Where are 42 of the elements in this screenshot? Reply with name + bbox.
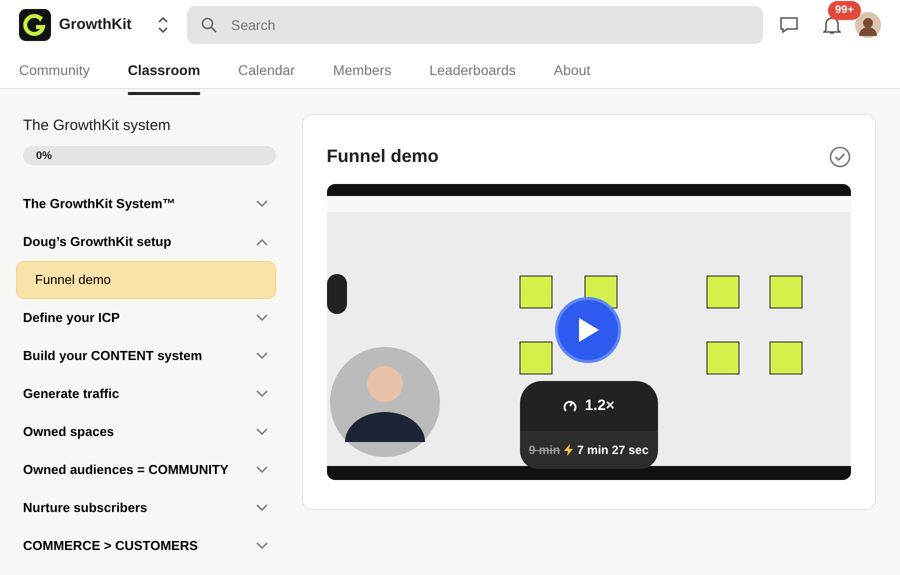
module-header[interactable]: Owned audiences = COMMUNITY: [16, 450, 276, 488]
module-header[interactable]: Define your ICP: [16, 298, 276, 336]
module-header[interactable]: Generate traffic: [16, 374, 276, 412]
module-header[interactable]: Doug’s GrowthKit setup: [16, 222, 276, 260]
switch-icon[interactable]: [157, 16, 169, 34]
lesson-title: Funnel demo: [326, 145, 439, 168]
module-header[interactable]: The GrowthKit System™: [16, 184, 276, 222]
new-duration: 7 min 27 sec: [577, 442, 649, 459]
course-title: The GrowthKit system: [22, 116, 172, 136]
module-header[interactable]: Owned spaces: [16, 412, 276, 450]
nav-tab[interactable]: Members: [332, 52, 392, 95]
module-header[interactable]: Build your CONTENT system: [16, 336, 276, 374]
bell-icon[interactable]: [823, 14, 841, 35]
lesson-item[interactable]: Funnel demo: [16, 260, 276, 298]
avatar[interactable]: [855, 12, 881, 38]
logo-icon: [19, 9, 51, 41]
lightning-icon: [564, 444, 574, 456]
nav-tab[interactable]: Classroom: [128, 52, 200, 95]
chat-icon[interactable]: [779, 16, 799, 34]
chevron-down-icon: [256, 466, 268, 474]
playback-speed: 1.2×: [584, 396, 614, 416]
chevron-up-icon: [256, 238, 268, 246]
chevron-down-icon: [256, 200, 268, 208]
chevron-down-icon: [256, 504, 268, 512]
module-header[interactable]: COMMERCE > CUSTOMERS: [16, 526, 276, 564]
chevron-down-icon: [256, 314, 268, 322]
community-name[interactable]: GrowthKit: [59, 14, 132, 36]
search-field[interactable]: Search: [187, 6, 763, 44]
nav-tab[interactable]: Leaderboards: [429, 52, 516, 95]
progress-percent: 0%: [36, 148, 52, 164]
gauge-icon: [562, 399, 577, 413]
chevron-down-icon: [256, 542, 268, 550]
original-duration: 9 min: [528, 442, 560, 459]
nav-tab[interactable]: Calendar: [238, 52, 295, 95]
complete-check-icon[interactable]: [829, 146, 851, 168]
module-header[interactable]: Nurture subscribers: [16, 488, 276, 526]
chevron-down-icon: [256, 352, 268, 360]
notification-count: 99+: [828, 1, 861, 20]
nav-tab[interactable]: Community: [19, 52, 90, 95]
chevron-down-icon: [256, 428, 268, 436]
chevron-down-icon: [256, 390, 268, 398]
nav-tab[interactable]: About: [554, 52, 590, 95]
